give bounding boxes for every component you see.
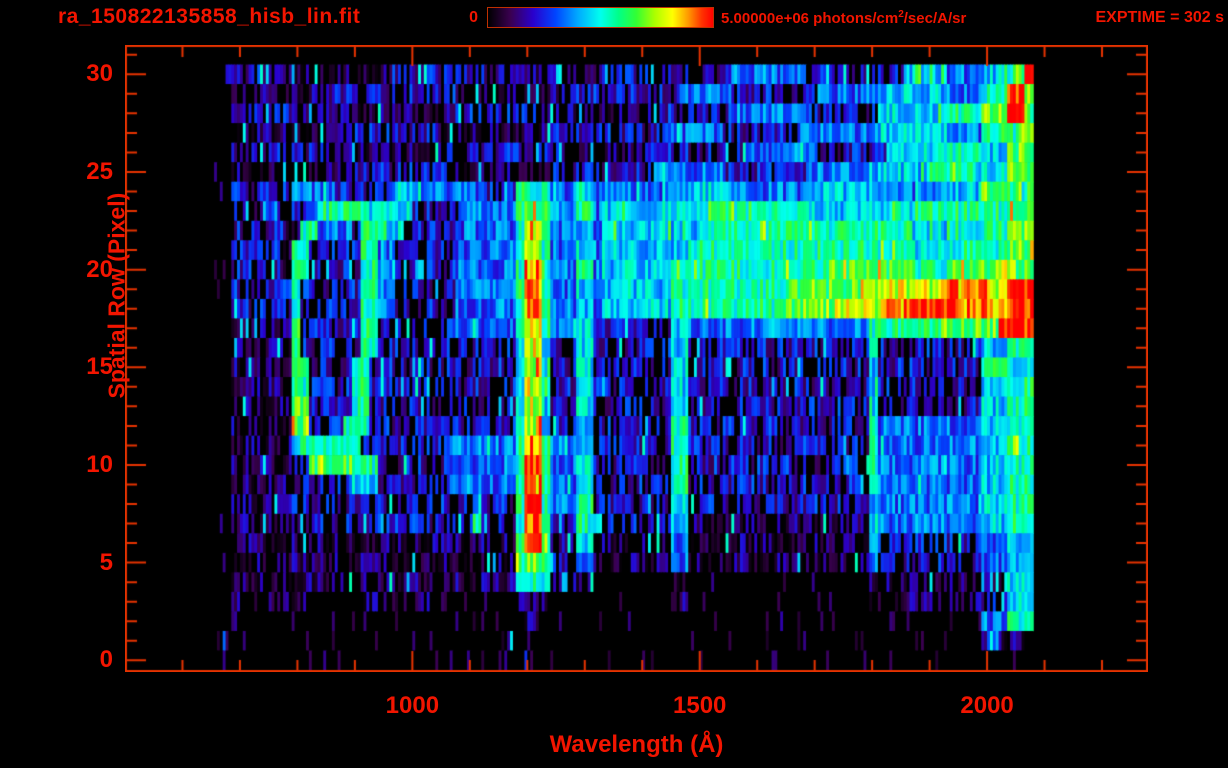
- filename-title: ra_150822135858_hisb_lin.fit: [58, 5, 361, 28]
- y-tick-label: 30: [86, 60, 113, 88]
- colorbar-max-value: 5.00000e+06 photons/cm: [721, 10, 899, 27]
- x-axis-title: Wavelength (Å): [549, 731, 724, 758]
- x-tick-label: 2000: [960, 692, 1014, 719]
- heatmap-canvas: [125, 45, 1148, 672]
- y-tick-label: 25: [86, 157, 113, 185]
- spectral-image-viewer: ra_150822135858_hisb_lin.fit 0 5.00000e+…: [0, 0, 1228, 768]
- y-tick-label: 10: [86, 450, 113, 478]
- y-tick-label: 20: [86, 255, 113, 283]
- y-tick-label: 5: [99, 548, 113, 576]
- x-tick-label: 1000: [385, 692, 440, 719]
- colorbar: [487, 7, 714, 28]
- colorbar-min-label: 0: [469, 9, 478, 26]
- x-tick-label: 1500: [673, 692, 727, 719]
- y-tick-label: 0: [99, 646, 113, 674]
- y-tick-label: 15: [86, 353, 113, 381]
- exptime-label: EXPTIME = 302 s: [1095, 9, 1224, 26]
